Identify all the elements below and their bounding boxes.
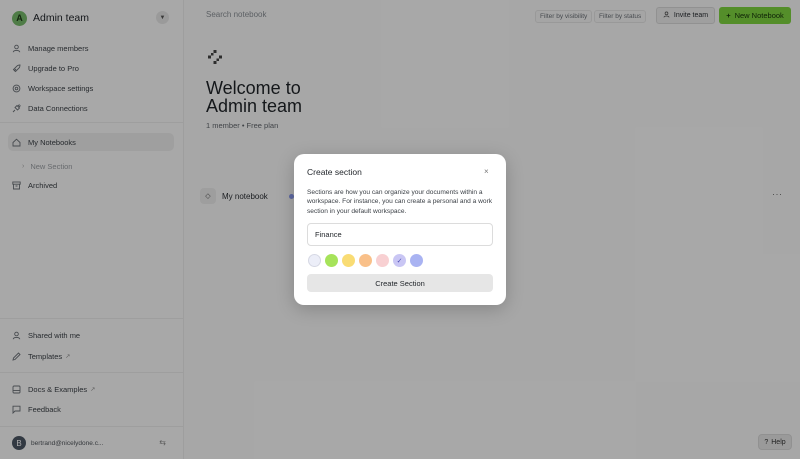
color-swatch[interactable]: ✓ — [393, 254, 406, 267]
color-swatch[interactable] — [308, 254, 321, 267]
color-swatch[interactable] — [359, 254, 372, 267]
color-swatch[interactable] — [325, 254, 338, 267]
create-section-button[interactable]: Create Section — [307, 274, 493, 292]
color-swatch[interactable] — [410, 254, 423, 267]
color-swatch[interactable] — [342, 254, 355, 267]
dialog-description: Sections are how you can organize your d… — [307, 189, 493, 215]
close-icon[interactable]: × — [484, 167, 489, 176]
section-name-input[interactable] — [307, 223, 493, 246]
create-section-dialog: Create section × Sections are how you ca… — [294, 154, 506, 305]
color-swatch[interactable] — [376, 254, 389, 267]
check-icon: ✓ — [396, 257, 403, 265]
dialog-title: Create section — [307, 167, 362, 177]
